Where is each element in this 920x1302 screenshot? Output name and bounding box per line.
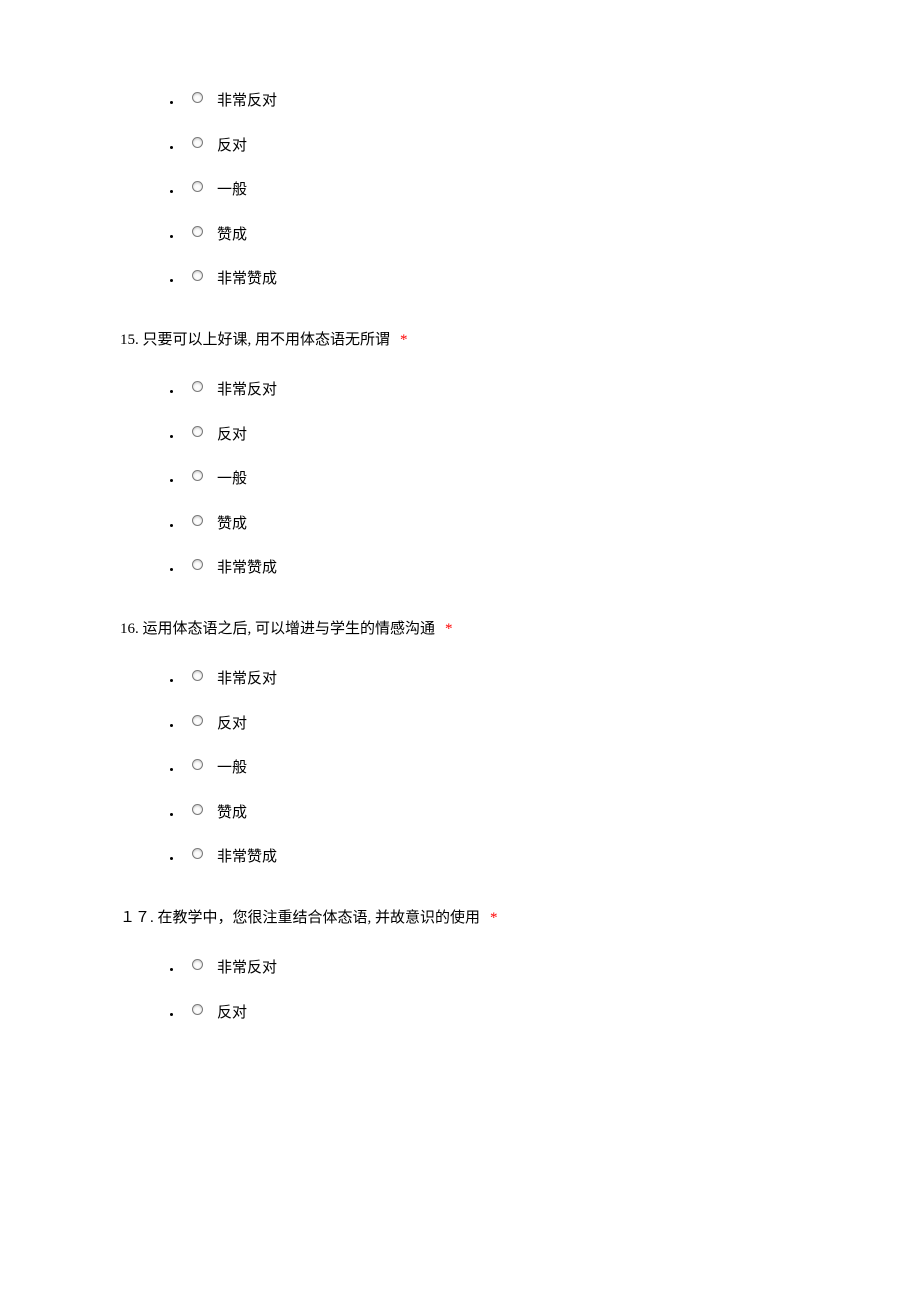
option-label: 非常反对 (217, 668, 277, 691)
required-star: * (490, 910, 498, 926)
question-title: 16. 运用体态语之后, 可以增进与学生的情感沟通 * (120, 618, 800, 641)
radio-icon[interactable] (192, 804, 203, 815)
question-title: 15. 只要可以上好课, 用不用体态语无所谓 * (120, 329, 800, 352)
option-label: 非常反对 (217, 379, 277, 402)
radio-icon[interactable] (192, 515, 203, 526)
option-label: 非常赞成 (217, 846, 277, 869)
radio-icon[interactable] (192, 270, 203, 281)
option-label: 赞成 (217, 224, 247, 247)
option-label: 反对 (217, 713, 247, 736)
option-item: 赞成 (182, 802, 800, 825)
option-label: 非常反对 (217, 90, 277, 113)
radio-icon[interactable] (192, 759, 203, 770)
option-label: 反对 (217, 135, 247, 158)
question-block: １７. 在教学中，您很注重结合体态语, 并故意识的使用 * 非常反对反对 (120, 907, 800, 1025)
option-label: 反对 (217, 1002, 247, 1025)
radio-icon[interactable] (192, 559, 203, 570)
option-item: 反对 (182, 713, 800, 736)
option-item: 一般 (182, 757, 800, 780)
option-label: 一般 (217, 179, 247, 202)
option-item: 非常反对 (182, 90, 800, 113)
option-item: 非常反对 (182, 668, 800, 691)
option-item: 非常反对 (182, 379, 800, 402)
option-label: 一般 (217, 468, 247, 491)
radio-icon[interactable] (192, 715, 203, 726)
option-item: 一般 (182, 468, 800, 491)
radio-icon[interactable] (192, 226, 203, 237)
radio-icon[interactable] (192, 426, 203, 437)
question-block: 15. 只要可以上好课, 用不用体态语无所谓 * 非常反对反对一般赞成非常赞成 (120, 329, 800, 580)
options-list: 非常反对反对 (120, 957, 800, 1024)
option-item: 赞成 (182, 513, 800, 536)
option-item: 反对 (182, 424, 800, 447)
options-list: 非常反对反对一般赞成非常赞成 (120, 90, 800, 291)
option-label: 赞成 (217, 802, 247, 825)
option-item: 非常赞成 (182, 557, 800, 580)
radio-icon[interactable] (192, 381, 203, 392)
option-label: 非常赞成 (217, 557, 277, 580)
option-item: 非常赞成 (182, 268, 800, 291)
option-label: 非常赞成 (217, 268, 277, 291)
radio-icon[interactable] (192, 137, 203, 148)
question-title: １７. 在教学中，您很注重结合体态语, 并故意识的使用 * (120, 907, 800, 930)
required-star: * (445, 621, 453, 637)
radio-icon[interactable] (192, 848, 203, 859)
radio-icon[interactable] (192, 181, 203, 192)
option-item: 反对 (182, 1002, 800, 1025)
radio-icon[interactable] (192, 470, 203, 481)
option-label: 赞成 (217, 513, 247, 536)
radio-icon[interactable] (192, 1004, 203, 1015)
option-item: 非常赞成 (182, 846, 800, 869)
radio-icon[interactable] (192, 959, 203, 970)
option-label: 一般 (217, 757, 247, 780)
question-title-text: １７. 在教学中，您很注重结合体态语, 并故意识的使用 (120, 910, 480, 926)
question-block: 非常反对反对一般赞成非常赞成 (120, 90, 800, 291)
option-item: 一般 (182, 179, 800, 202)
radio-icon[interactable] (192, 92, 203, 103)
option-item: 反对 (182, 135, 800, 158)
option-label: 反对 (217, 424, 247, 447)
radio-icon[interactable] (192, 670, 203, 681)
question-title-text: 15. 只要可以上好课, 用不用体态语无所谓 (120, 332, 390, 348)
question-title-text: 16. 运用体态语之后, 可以增进与学生的情感沟通 (120, 621, 435, 637)
required-star: * (400, 332, 408, 348)
options-list: 非常反对反对一般赞成非常赞成 (120, 379, 800, 580)
options-list: 非常反对反对一般赞成非常赞成 (120, 668, 800, 869)
question-block: 16. 运用体态语之后, 可以增进与学生的情感沟通 * 非常反对反对一般赞成非常赞成 (120, 618, 800, 869)
option-label: 非常反对 (217, 957, 277, 980)
option-item: 非常反对 (182, 957, 800, 980)
option-item: 赞成 (182, 224, 800, 247)
